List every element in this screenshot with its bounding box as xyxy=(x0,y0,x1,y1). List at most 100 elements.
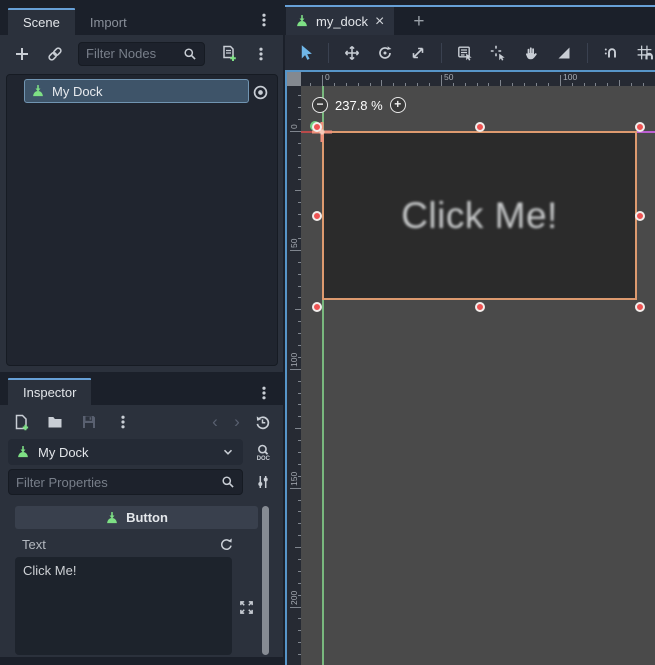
ruler-tick xyxy=(322,75,323,86)
ruler-label: 100 xyxy=(563,72,577,82)
zoom-level: 237.8 % xyxy=(335,98,383,113)
load-resource-button[interactable] xyxy=(45,412,65,432)
ruler-label: 0 xyxy=(289,124,299,129)
inspector-dock-tabs: Inspector xyxy=(0,377,283,405)
filter-nodes-input[interactable] xyxy=(86,46,176,61)
inspector-properties: Button Text Click Me! xyxy=(0,500,283,657)
pivot-mode-button[interactable] xyxy=(488,43,508,63)
ruler-label: 100 xyxy=(289,353,299,367)
toolbar-separator xyxy=(587,43,588,63)
open-docs-button[interactable] xyxy=(251,444,275,461)
toolbar-separator xyxy=(441,43,442,63)
revert-property-icon[interactable] xyxy=(216,534,236,554)
attach-script-button[interactable] xyxy=(218,44,238,64)
scene-tree[interactable]: My Dock xyxy=(6,74,278,366)
scene-tabs-bar: my_dock × + xyxy=(285,0,655,35)
property-tools-button[interactable] xyxy=(251,474,275,490)
zoom-in-button[interactable]: + xyxy=(390,97,406,113)
zoom-widget: − 237.8 % + xyxy=(312,97,406,113)
tab-import[interactable]: Import xyxy=(75,8,142,35)
history-back-button[interactable]: ‹ xyxy=(208,412,222,432)
visibility-toggle-icon[interactable] xyxy=(250,82,270,102)
property-row-text: Text xyxy=(0,531,260,557)
new-scene-tab-button[interactable]: + xyxy=(413,12,424,31)
selection-handle[interactable] xyxy=(635,211,645,221)
filter-properties-box xyxy=(8,469,243,495)
search-icon xyxy=(220,475,235,490)
select-mode-button[interactable] xyxy=(295,43,315,63)
canvas-toolbar xyxy=(285,35,655,70)
scene-toolbar xyxy=(0,35,283,72)
ruler-corner xyxy=(287,72,301,86)
inspector-dock-menu-icon[interactable] xyxy=(254,381,274,401)
edited-object-row: My Dock xyxy=(8,439,275,465)
horizontal-ruler[interactable]: 0 50 100 xyxy=(301,72,655,86)
add-node-button[interactable] xyxy=(12,44,32,64)
move-mode-button[interactable] xyxy=(342,43,362,63)
ruler-tick xyxy=(290,607,301,608)
selection-handle[interactable] xyxy=(635,122,645,132)
text-property-field[interactable]: Click Me! xyxy=(15,557,232,655)
grid-snap-toggle[interactable] xyxy=(634,43,654,63)
close-tab-icon[interactable]: × xyxy=(375,13,384,30)
tab-scene[interactable]: Scene xyxy=(8,8,75,35)
2d-viewport: 0 50 100 0 50 100 150 200 Click Me! − 237.8 % … xyxy=(285,70,655,665)
save-resource-button[interactable] xyxy=(79,412,99,432)
rotate-mode-button[interactable] xyxy=(375,43,395,63)
ruler-label: 50 xyxy=(289,239,299,248)
godot-editor: Scene Import My Dock xyxy=(0,0,655,665)
selection-handle[interactable] xyxy=(312,122,322,132)
selection-handle[interactable] xyxy=(475,122,485,132)
button-node-icon xyxy=(31,84,45,98)
selection-handle[interactable] xyxy=(475,302,485,312)
node-label: My Dock xyxy=(52,84,103,99)
smart-snap-toggle[interactable] xyxy=(601,43,621,63)
ruler-tick xyxy=(290,250,301,251)
filter-nodes-box xyxy=(78,42,205,66)
ruler-tick xyxy=(290,131,301,132)
selection-handle[interactable] xyxy=(312,302,322,312)
ruler-label: 200 xyxy=(289,591,299,605)
left-dock: Scene Import My Dock xyxy=(0,0,283,665)
ruler-tick xyxy=(290,369,301,370)
ruler-label: 0 xyxy=(325,72,330,82)
inspector-scrollbar[interactable] xyxy=(262,506,269,655)
list-select-button[interactable] xyxy=(455,43,475,63)
edited-object-name: My Dock xyxy=(38,445,213,460)
edited-object-dropdown[interactable]: My Dock xyxy=(8,439,243,465)
selection-handle[interactable] xyxy=(635,302,645,312)
selection-handle[interactable] xyxy=(312,211,322,221)
zoom-out-button[interactable]: − xyxy=(312,97,328,113)
scene-tab-my-dock[interactable]: my_dock × xyxy=(286,7,394,35)
object-history-button[interactable] xyxy=(252,412,272,432)
filter-properties-row xyxy=(8,469,275,495)
button-class-icon xyxy=(105,511,119,525)
history-forward-button[interactable]: › xyxy=(230,412,244,432)
filter-properties-input[interactable] xyxy=(16,475,214,490)
button-node-icon xyxy=(16,445,30,459)
selected-button-control[interactable]: Click Me! xyxy=(322,131,637,300)
toolbar-separator xyxy=(328,43,329,63)
scene-dock-tabs: Scene Import xyxy=(0,0,283,35)
scene-tree-menu-icon[interactable] xyxy=(251,44,271,64)
main-viewport-area: my_dock × + 050100 05010015 xyxy=(285,0,655,665)
tab-inspector[interactable]: Inspector xyxy=(8,378,91,405)
vertical-ruler[interactable]: 0 50 100 150 200 xyxy=(287,86,301,665)
search-icon xyxy=(182,46,197,61)
dock-menu-icon[interactable] xyxy=(254,8,274,28)
ruler-label: 50 xyxy=(444,72,453,82)
resource-menu-icon[interactable] xyxy=(113,412,133,432)
inspector-toolbar: ‹ › xyxy=(0,405,283,439)
pan-mode-button[interactable] xyxy=(521,43,541,63)
ruler-mode-button[interactable] xyxy=(554,43,574,63)
ruler-label: 150 xyxy=(289,472,299,486)
inspector-panel: Inspector ‹ › My Dock xyxy=(0,377,283,665)
section-header-button[interactable]: Button xyxy=(15,506,258,529)
expand-text-icon[interactable] xyxy=(236,597,256,617)
chevron-down-icon xyxy=(221,445,235,459)
scale-mode-button[interactable] xyxy=(408,43,428,63)
new-resource-button[interactable] xyxy=(11,412,31,432)
canvas[interactable]: Click Me! − 237.8 % + xyxy=(301,86,655,665)
instance-scene-button[interactable] xyxy=(45,44,65,64)
tree-row-my-dock[interactable]: My Dock xyxy=(24,79,249,103)
